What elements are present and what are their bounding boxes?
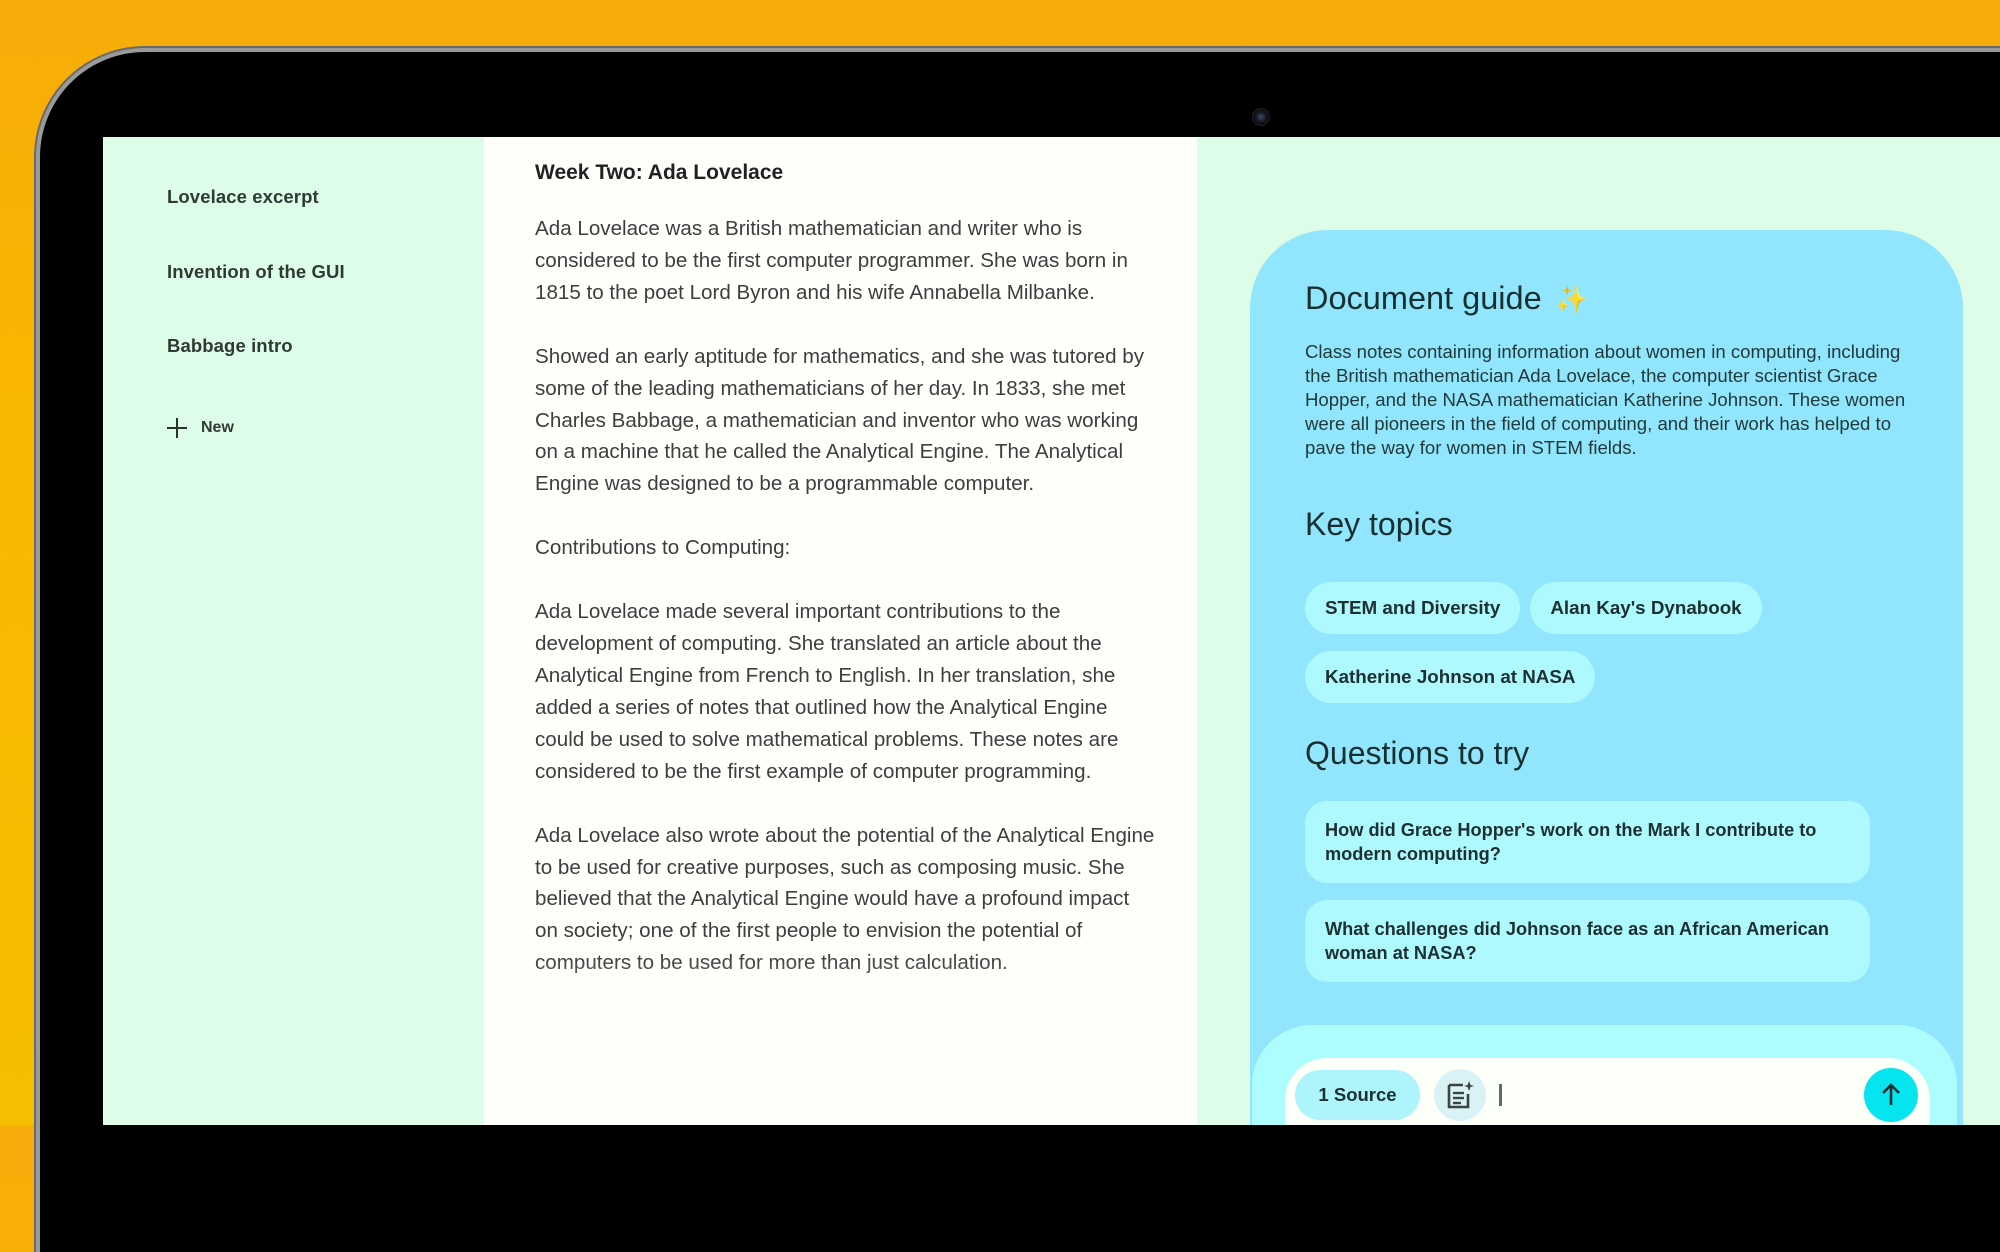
document-paragraph: Ada Lovelace made several important cont…	[535, 600, 1119, 783]
note-add-icon	[1447, 1081, 1474, 1109]
chat-input-field[interactable]: 1 Source	[1285, 1058, 1930, 1125]
guide-panel: Document guide ✨ Class notes containing …	[1197, 137, 2000, 1125]
sidebar-item-invention-of-the-gui[interactable]: Invention of the GUI	[167, 261, 345, 283]
composer: 1 Source	[1252, 1025, 1957, 1125]
app-screen: Lovelace excerpt Invention of the GUI Ba…	[103, 137, 2000, 1125]
guide-title-text: Document guide	[1305, 280, 1542, 316]
document-title: Week Two: Ada Lovelace	[535, 161, 784, 184]
new-note-label: New	[201, 419, 234, 436]
document-pane[interactable]: Week Two: Ada Lovelace Ada Lovelace was …	[484, 137, 1197, 1125]
new-note-button[interactable]: New	[167, 418, 234, 438]
key-topics-list: STEM and Diversity Alan Kay's Dynabook Ka…	[1305, 582, 1905, 720]
sidebar-item-lovelace-excerpt[interactable]: Lovelace excerpt	[167, 186, 319, 208]
topic-chip-stem-and-diversity[interactable]: STEM and Diversity	[1305, 582, 1521, 634]
document-content: Week Two: Ada Lovelace Ada Lovelace was …	[535, 159, 1155, 1011]
topic-chip-katherine-johnson[interactable]: Katherine Johnson at NASA	[1305, 651, 1596, 703]
plus-icon	[167, 418, 187, 438]
sidebar-item-babbage-intro[interactable]: Babbage intro	[167, 335, 293, 357]
document-guide-card: Document guide ✨ Class notes containing …	[1250, 230, 1963, 1125]
suggested-question[interactable]: What challenges did Johnson face as an A…	[1305, 900, 1870, 982]
add-note-button[interactable]	[1434, 1069, 1486, 1121]
suggested-question-text: What challenges did Johnson face as an A…	[1325, 919, 1829, 963]
questions-heading: Questions to try	[1305, 735, 1530, 771]
text-cursor	[1499, 1084, 1502, 1106]
guide-title: Document guide ✨	[1305, 280, 1588, 317]
key-topics-heading: Key topics	[1305, 506, 1453, 542]
sidebar: Lovelace excerpt Invention of the GUI Ba…	[103, 137, 484, 1125]
suggested-question[interactable]: How did Grace Hopper's work on the Mark …	[1305, 801, 1870, 883]
guide-summary: Class notes containing information about…	[1305, 341, 1906, 458]
camera-icon	[1252, 108, 1270, 126]
document-paragraph: Ada Lovelace also wrote about the potent…	[535, 823, 1155, 975]
source-count-button[interactable]: 1 Source	[1295, 1070, 1420, 1120]
sparkle-icon: ✨	[1555, 283, 1589, 314]
suggested-question-text: How did Grace Hopper's work on the Mark …	[1325, 820, 1817, 864]
document-paragraph: Ada Lovelace was a British mathematician…	[535, 217, 1128, 304]
document-paragraph: Showed an early aptitude for mathematics…	[535, 344, 1145, 496]
send-button[interactable]	[1864, 1068, 1918, 1122]
document-section-heading: Contributions to Computing:	[535, 536, 791, 560]
arrow-up-icon	[1882, 1083, 1900, 1105]
topic-chip-alan-kays-dynabook[interactable]: Alan Kay's Dynabook	[1530, 582, 1762, 634]
